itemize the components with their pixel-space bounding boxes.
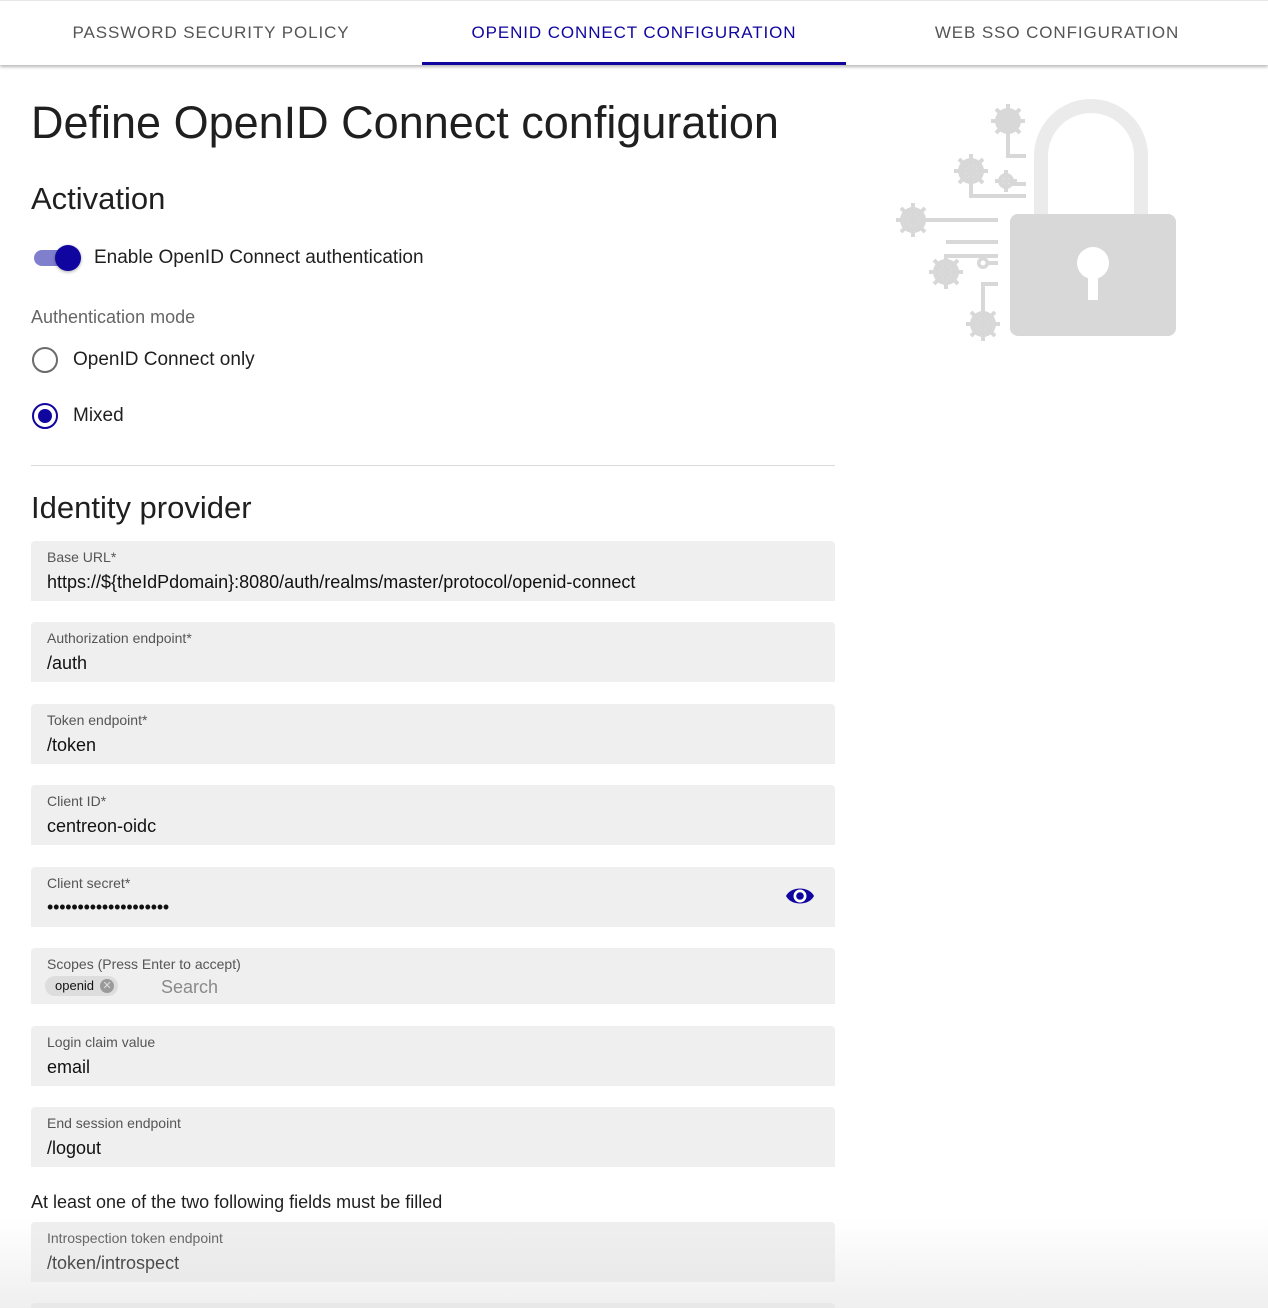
introspection-token-endpoint-value[interactable]: /token/introspect xyxy=(47,1253,179,1274)
helper-text: At least one of the two following fields… xyxy=(31,1192,443,1212)
required-asterisk: * xyxy=(110,549,117,565)
radio-ring xyxy=(32,347,58,373)
activation-title: Activation xyxy=(31,181,166,216)
client-secret-value[interactable]: •••••••••••••••••••• xyxy=(47,897,169,918)
login-claim-value[interactable]: email xyxy=(47,1057,90,1078)
required-asterisk: * xyxy=(186,630,192,646)
scopes-search-input[interactable] xyxy=(161,976,461,998)
field-label: Introspection token endpoint xyxy=(47,1230,223,1246)
login-claim-value-field[interactable]: Login claim value email xyxy=(31,1026,835,1086)
authorization-endpoint-field[interactable]: Authorization endpoint* /auth xyxy=(31,622,835,682)
radio-mixed[interactable] xyxy=(31,402,59,430)
introspection-token-endpoint-field[interactable]: Introspection token endpoint /token/intr… xyxy=(31,1222,835,1282)
authorization-endpoint-value[interactable]: /auth xyxy=(47,653,87,674)
client-id-value[interactable]: centreon-oidc xyxy=(47,816,156,837)
toggle-thumb xyxy=(55,245,81,271)
field-label: Authorization endpoint* xyxy=(47,630,192,646)
field-label: Client secret* xyxy=(47,875,131,891)
base-url-field[interactable]: Base URL* https://${theIdPdomain}:8080/a… xyxy=(31,541,835,601)
enable-openid-label[interactable]: Enable OpenID Connect authentication xyxy=(94,247,424,269)
required-asterisk: * xyxy=(100,793,107,809)
padlock-gears-icon xyxy=(886,96,1186,346)
required-asterisk: * xyxy=(141,712,148,728)
chip-remove-icon[interactable]: ✕ xyxy=(100,979,115,993)
client-secret-field[interactable]: Client secret* •••••••••••••••••••• xyxy=(31,867,835,927)
page-title: Define OpenID Connect configuration xyxy=(31,97,779,148)
radio-label-openid-connect-only[interactable]: OpenID Connect only xyxy=(73,349,255,371)
section-divider xyxy=(31,465,835,466)
field-label: Token endpoint* xyxy=(47,712,148,728)
tab-web-sso-configuration[interactable]: WEB SSO CONFIGURATION xyxy=(846,1,1268,65)
token-endpoint-field[interactable]: Token endpoint* /token xyxy=(31,704,835,764)
scopes-field[interactable]: Scopes (Press Enter to accept) openid ✕ xyxy=(31,948,835,1004)
token-endpoint-value[interactable]: /token xyxy=(47,735,96,756)
eye-icon[interactable] xyxy=(784,883,816,909)
radio-dot xyxy=(38,409,52,423)
base-url-value[interactable]: https://${theIdPdomain}:8080/auth/realms… xyxy=(47,572,635,593)
field-label: Base URL* xyxy=(47,549,117,565)
radio-openid-connect-only[interactable] xyxy=(31,346,59,374)
radio-label-mixed[interactable]: Mixed xyxy=(73,405,124,427)
tab-bar: PASSWORD SECURITY POLICY OPENID CONNECT … xyxy=(0,0,1268,65)
field-label: End session endpoint xyxy=(47,1115,181,1131)
chip-label: openid xyxy=(55,978,95,993)
field-label: Scopes (Press Enter to accept) xyxy=(47,956,241,972)
authentication-mode-label: Authentication mode xyxy=(31,307,196,327)
active-tab-indicator xyxy=(422,62,846,65)
tab-password-security-policy[interactable]: PASSWORD SECURITY POLICY xyxy=(0,1,422,65)
field-label: Login claim value xyxy=(47,1034,156,1050)
next-field[interactable] xyxy=(31,1303,835,1308)
end-session-endpoint-field[interactable]: End session endpoint /logout xyxy=(31,1107,835,1167)
enable-openid-toggle[interactable] xyxy=(31,243,83,273)
end-session-endpoint-value[interactable]: /logout xyxy=(47,1138,101,1159)
required-asterisk: * xyxy=(124,875,131,891)
scope-chip-openid: openid ✕ xyxy=(45,976,119,996)
tab-openid-connect-configuration[interactable]: OPENID CONNECT CONFIGURATION xyxy=(422,1,846,65)
identity-provider-title: Identity provider xyxy=(31,490,252,525)
client-id-field[interactable]: Client ID* centreon-oidc xyxy=(31,785,835,845)
field-label: Client ID* xyxy=(47,793,107,809)
